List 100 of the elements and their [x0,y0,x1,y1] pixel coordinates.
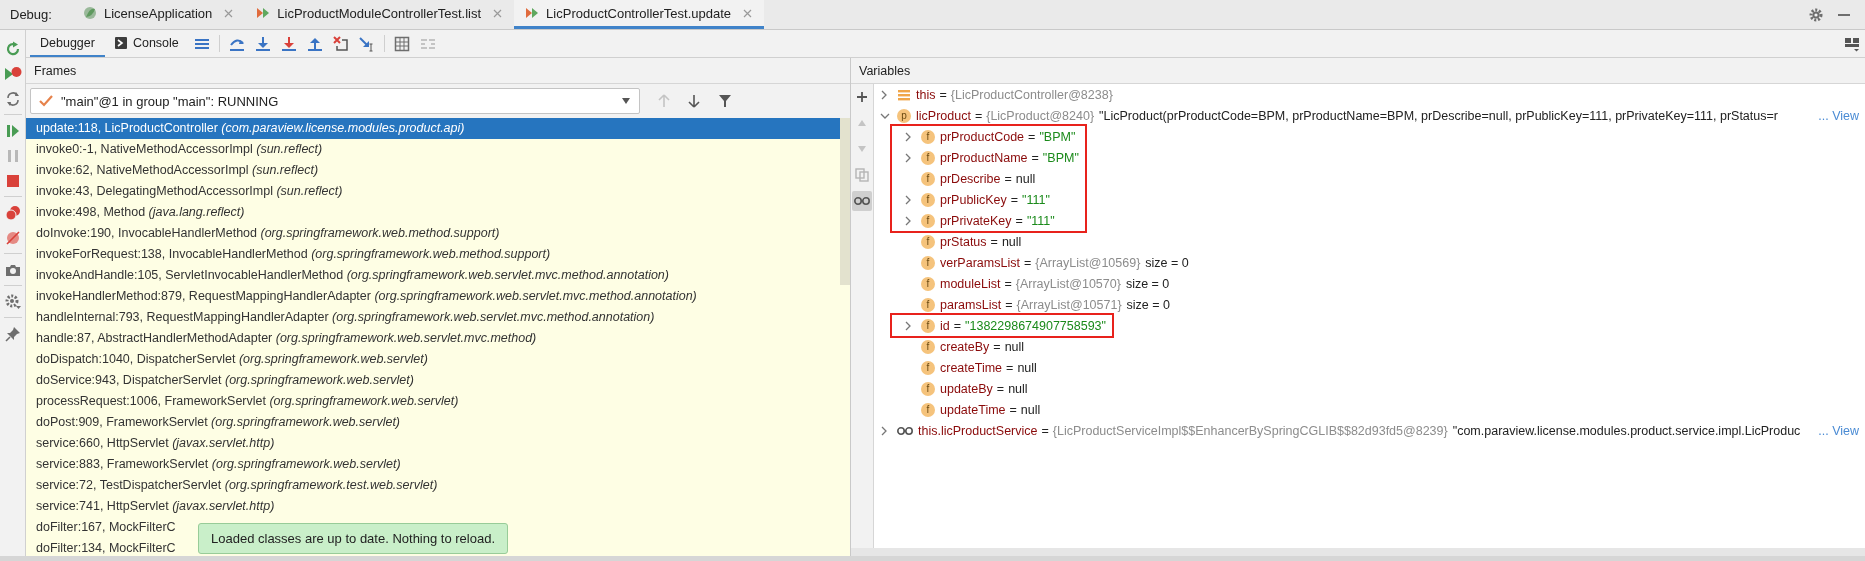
caret-icon [621,97,631,105]
field-icon: f [921,234,935,249]
equals-sign: = [939,87,947,102]
resume-icon[interactable] [4,122,21,139]
view-link[interactable]: ... View [1814,423,1859,438]
field-icon: f [921,276,935,291]
variable-name: this [916,87,936,102]
tab-label: LicProductControllerTest.update [546,5,732,21]
variable-value: null [1008,381,1028,396]
variable-name: id [940,318,950,333]
console-icon [114,36,127,49]
scrollbar-thumb[interactable] [840,118,850,285]
refresh-icon[interactable] [4,90,21,107]
variable-name: createBy [940,339,990,354]
object-reference: {LicProductController@8238} [950,87,1113,102]
equals-sign: = [1006,360,1014,375]
layout-icon[interactable] [1844,35,1860,52]
stack-frame-item[interactable]: service:741, HttpServlet (javax.servlet.http) [26,496,279,517]
step-into-icon[interactable] [254,35,271,52]
stack-frame-item[interactable]: doInvoke:190, InvocableHandlerMethod (org.springframework.web.method.support) [26,223,504,244]
stack-frame-item[interactable]: invokeForRequest:138, InvocableHandlerMethod (org.springframework.web.method.support) [26,244,555,265]
stack-frame-item[interactable]: update:118, LicProductController (com.paraview.license.modules.product.api) [26,118,840,139]
filter-icon[interactable] [718,94,732,108]
variable-name: createTime [940,360,1003,375]
equals-sign: = [990,234,998,249]
field-icon: f [921,402,935,417]
glasses-icon [897,425,913,436]
equals-sign: = [1028,129,1036,144]
tab-label: LicProductModuleControllerTest.list [277,5,482,21]
variable-value: size = 0 [1145,255,1189,270]
object-reference: {ArrayList@10571} [1016,297,1122,312]
close-icon[interactable] [224,8,234,18]
stack-frame-item[interactable]: doPost:909, FrameworkServlet (org.springframework.web.servlet) [26,412,405,433]
variable-name: this.licProductService [918,423,1038,438]
stack-frame-item[interactable]: handle:87, AbstractHandlerMethodAdapter (org.springframework.web.servlet.mvc.method) [26,328,541,349]
stack-frame-item[interactable]: processRequest:1006, FrameworkServlet (org.springframework.web.servlet) [26,391,463,412]
close-icon[interactable] [743,8,753,18]
play-badge-icon[interactable] [3,65,22,82]
stack-frame-item[interactable]: service:660, HttpServlet (javax.servlet.http) [26,433,279,454]
variable-name: verParamsList [940,255,1020,270]
field-icon: f [921,192,935,207]
check-icon [39,94,53,108]
stop-icon[interactable] [4,172,21,189]
rerun-icon[interactable] [4,40,21,57]
variable-value: "111" [1026,213,1055,228]
view-link[interactable]: ... View [1814,108,1859,123]
object-reference: {LicProductServiceImpl$$EnhancerBySpringCGLIB$$82d93fd5@8239} [1052,423,1448,438]
variable-value: null [1001,234,1022,249]
session-tab[interactable]: LicProductControllerTest.update [514,0,765,29]
force-step-into-icon[interactable] [280,35,297,52]
thread-dropdown[interactable]: "main"@1 in group "main": RUNNING [30,88,640,114]
stack-frame-item[interactable]: doFilter:134, MockFilterC [26,538,180,556]
menu-icon[interactable] [193,36,210,51]
pin-icon[interactable] [4,325,21,342]
settings-icon[interactable] [1809,7,1823,22]
variable-value: "com.paraview.license.modules.product.service.impl.LicProduc [1452,423,1801,438]
breakpoints-icon[interactable] [4,204,21,221]
panel-tab[interactable]: Console [104,30,189,57]
field-icon: f [921,150,935,165]
equals-sign: = [1031,150,1039,165]
calculator-icon[interactable] [393,35,410,52]
equals-sign: = [1015,213,1023,228]
variable-name: moduleList [940,276,1001,291]
stack-frame-item[interactable]: doService:943, DispatcherServlet (org.springframework.web.servlet) [26,370,418,391]
session-tab[interactable]: LicProductModuleControllerTest.list [245,0,515,29]
equals-sign: = [1004,171,1012,186]
stack-frame-item[interactable]: doFilter:167, MockFilterC [26,517,180,538]
stack-frame-item[interactable]: handleInternal:793, RequestMappingHandlerAdapter (org.springframework.web.servlet.mvc.method.annotation) [26,307,659,328]
stack-frame-item[interactable]: service:72, TestDispatcherServlet (org.springframework.test.web.servlet) [26,475,442,496]
stack-frame-item[interactable]: invoke:43, DelegatingMethodAccessorImpl (sun.reflect) [26,181,347,202]
stack-frame-item[interactable]: invoke0:-1, NativeMethodAccessorImpl (sun.reflect) [26,139,327,160]
stack-frame-item[interactable]: invoke:498, Method (java.lang.reflect) [26,202,249,223]
equals-sign: = [1010,192,1018,207]
tab-label: LicenseApplication [103,5,213,21]
session-tab[interactable]: LicenseApplication [71,0,246,29]
leaf-icon [81,5,98,21]
stack-frame-item[interactable]: doDispatch:1040, DispatcherServlet (org.springframework.web.servlet) [26,349,432,370]
variable-name: updateTime [940,402,1006,417]
run-to-cursor-icon[interactable] [358,35,375,52]
variable-name: prProductName [940,150,1028,165]
variable-value: null [1020,402,1041,417]
field-icon: f [921,297,935,312]
mute-breakpoints-icon[interactable] [4,229,21,246]
glasses-icon[interactable] [854,196,870,206]
equals-sign: = [1004,276,1012,291]
close-icon[interactable] [493,8,503,18]
stack-frame-item[interactable]: invoke:62, NativeMethodAccessorImpl (sun.reflect) [26,160,323,181]
equals-sign: = [993,339,1001,354]
horizontal-scrollbar[interactable] [851,548,1865,556]
down-arrow-icon[interactable] [688,94,700,108]
variable-value: null [1015,171,1036,186]
drop-frame-icon[interactable] [332,35,349,52]
panel-tab[interactable]: Debugger [30,30,105,57]
add-icon[interactable] [856,91,868,103]
stack-frame-item[interactable]: service:883, FrameworkServlet (org.springframework.web.servlet) [26,454,405,475]
step-out-icon[interactable] [306,35,323,52]
settings-icon[interactable] [4,293,21,310]
stack-frame-item[interactable]: invokeHandlerMethod:879, RequestMappingHandlerAdapter (org.springframework.web.servlet.mvc.method.annotation) [26,286,701,307]
thread-label: "main"@1 in group "main": RUNNING [61,93,280,109]
stack-frame-item[interactable]: invokeAndHandle:105, ServletInvocableHandlerMethod (org.springframework.web.servlet.mvc.method.annotation) [26,265,673,286]
